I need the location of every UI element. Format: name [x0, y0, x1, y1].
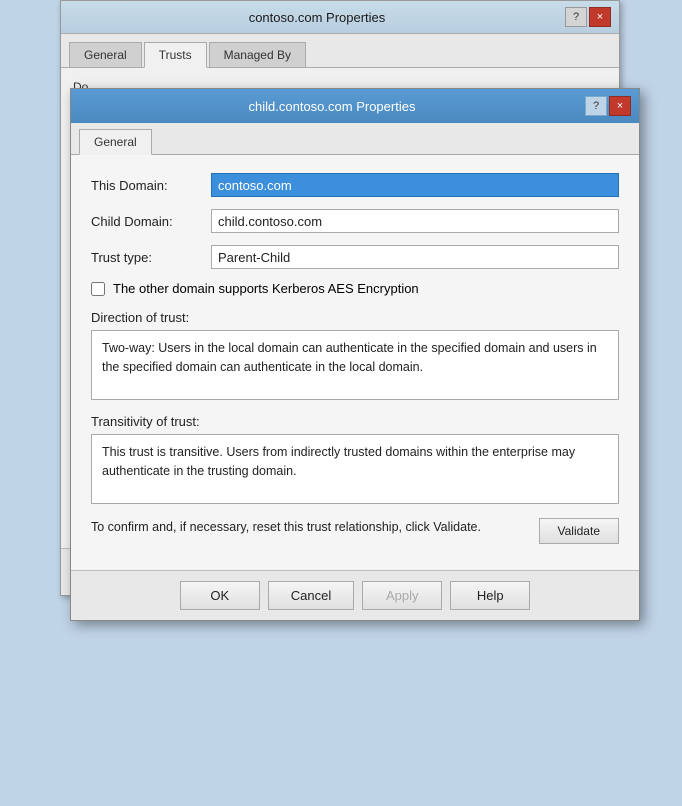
this-domain-label: This Domain: — [91, 178, 211, 193]
validate-button[interactable]: Validate — [539, 518, 619, 544]
fg-dialog: child.contoso.com Properties ? × General… — [70, 88, 640, 621]
transitivity-label: Transitivity of trust: — [91, 414, 619, 429]
kerberos-row: The other domain supports Kerberos AES E… — [91, 281, 619, 296]
fg-tabs: General — [71, 123, 639, 155]
validate-text: To confirm and, if necessary, reset this… — [91, 518, 527, 537]
this-domain-input[interactable] — [211, 173, 619, 197]
fg-help-button[interactable]: ? — [585, 96, 607, 116]
child-domain-row: Child Domain: — [91, 209, 619, 233]
trust-type-label: Trust type: — [91, 250, 211, 265]
fg-help-footer-button[interactable]: Help — [450, 581, 530, 610]
bg-window-buttons: ? × — [565, 7, 611, 27]
bg-window-title: contoso.com Properties — [69, 10, 565, 25]
bg-close-button[interactable]: × — [589, 7, 611, 27]
fg-window-buttons: ? × — [585, 96, 631, 116]
bg-tabs: General Trusts Managed By — [61, 34, 619, 68]
tab-trusts[interactable]: Trusts — [144, 42, 207, 68]
fg-dialog-title: child.contoso.com Properties — [79, 99, 585, 114]
bg-help-button[interactable]: ? — [565, 7, 587, 27]
direction-text: Two-way: Users in the local domain can a… — [91, 330, 619, 400]
fg-content: This Domain: Child Domain: Trust type: T… — [71, 155, 639, 570]
fg-ok-button[interactable]: OK — [180, 581, 260, 610]
trust-type-input[interactable] — [211, 245, 619, 269]
validate-row: To confirm and, if necessary, reset this… — [91, 518, 619, 544]
child-domain-input[interactable] — [211, 209, 619, 233]
direction-label: Direction of trust: — [91, 310, 619, 325]
this-domain-row: This Domain: — [91, 173, 619, 197]
fg-apply-button[interactable]: Apply — [362, 581, 442, 610]
fg-tab-general[interactable]: General — [79, 129, 152, 155]
tab-general[interactable]: General — [69, 42, 142, 67]
trust-type-row: Trust type: — [91, 245, 619, 269]
child-domain-label: Child Domain: — [91, 214, 211, 229]
kerberos-label: The other domain supports Kerberos AES E… — [113, 281, 419, 296]
fg-cancel-button[interactable]: Cancel — [268, 581, 354, 610]
transitivity-text: This trust is transitive. Users from ind… — [91, 434, 619, 504]
kerberos-checkbox[interactable] — [91, 282, 105, 296]
fg-footer: OK Cancel Apply Help — [71, 570, 639, 620]
fg-close-button[interactable]: × — [609, 96, 631, 116]
tab-managed-by[interactable]: Managed By — [209, 42, 306, 67]
fg-titlebar: child.contoso.com Properties ? × — [71, 89, 639, 123]
bg-titlebar: contoso.com Properties ? × — [61, 1, 619, 34]
